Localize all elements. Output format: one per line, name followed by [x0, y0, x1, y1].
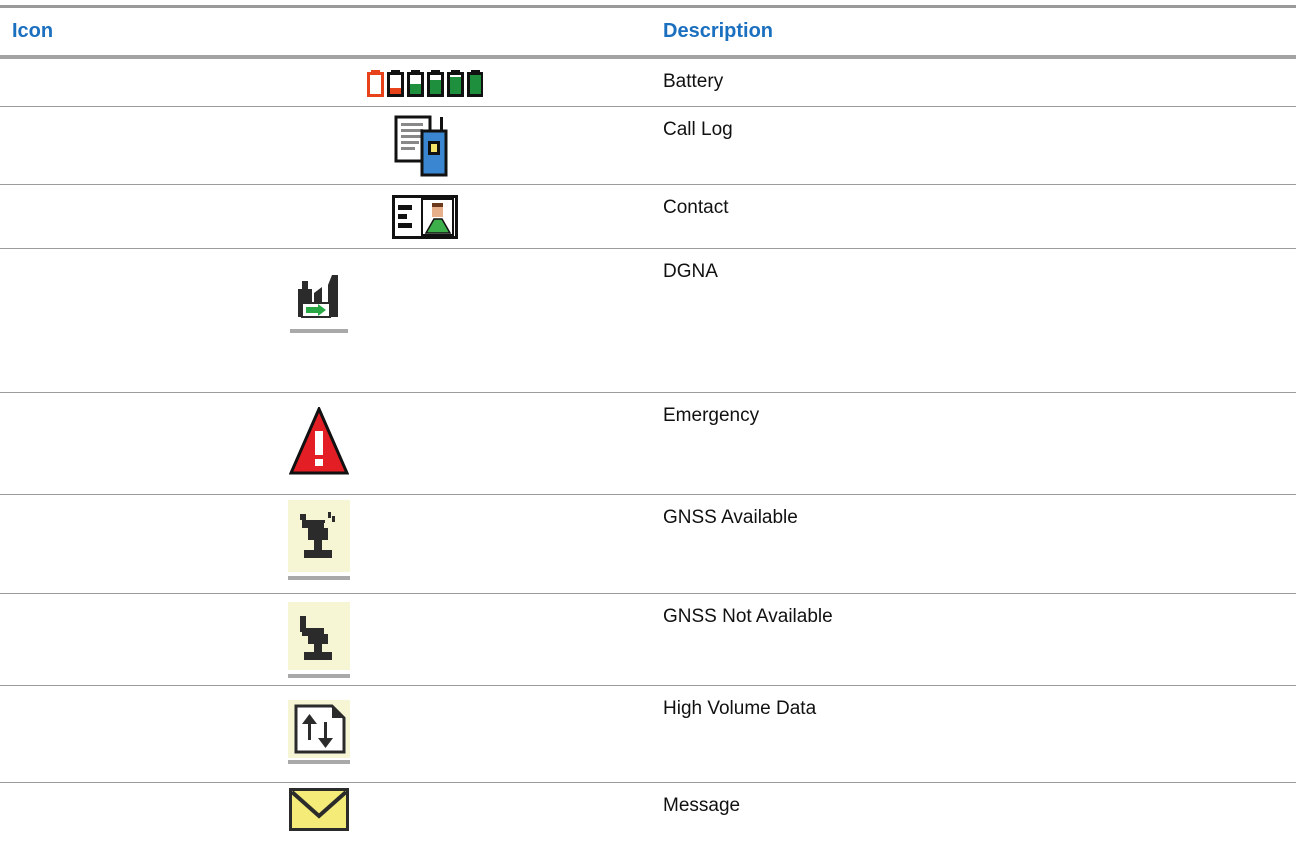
- high-volume-data-icon: [288, 700, 350, 764]
- description-text: Emergency: [663, 405, 760, 426]
- description-text: Battery: [663, 71, 724, 92]
- description-text: Contact: [663, 197, 729, 218]
- description-text: High Volume Data: [663, 698, 817, 719]
- table-row: Call Log: [0, 107, 1296, 185]
- description-column-header: Description: [663, 20, 774, 42]
- description-text: DGNA: [663, 261, 718, 282]
- table-row: High Volume Data: [0, 686, 1296, 783]
- description-text: Call Log: [663, 119, 733, 140]
- message-icon: [289, 788, 349, 831]
- icon-column-header: Icon: [12, 20, 54, 42]
- battery-icon: [367, 70, 483, 97]
- table-row: GNSS Available: [0, 495, 1296, 594]
- table-row: Message: [0, 783, 1296, 861]
- description-text: Message: [663, 795, 741, 816]
- table-row: Emergency: [0, 393, 1296, 495]
- table-row: DGNA: [0, 249, 1296, 393]
- table-header: Icon Description: [0, 8, 1296, 55]
- description-text: GNSS Available: [663, 507, 798, 528]
- contact-icon: [392, 195, 458, 239]
- gnss-available-icon: [288, 500, 350, 580]
- table-row: Contact: [0, 185, 1296, 249]
- description-text: GNSS Not Available: [663, 606, 833, 627]
- gnss-not-available-icon: [288, 602, 350, 678]
- table-row: Battery: [0, 59, 1296, 107]
- icon-table-page: Icon Description Battery Call Log Contac…: [0, 0, 1296, 861]
- table-row: GNSS Not Available: [0, 594, 1296, 686]
- dgna-icon: [290, 275, 348, 333]
- emergency-icon: [289, 407, 349, 475]
- call-log-icon: [394, 115, 448, 177]
